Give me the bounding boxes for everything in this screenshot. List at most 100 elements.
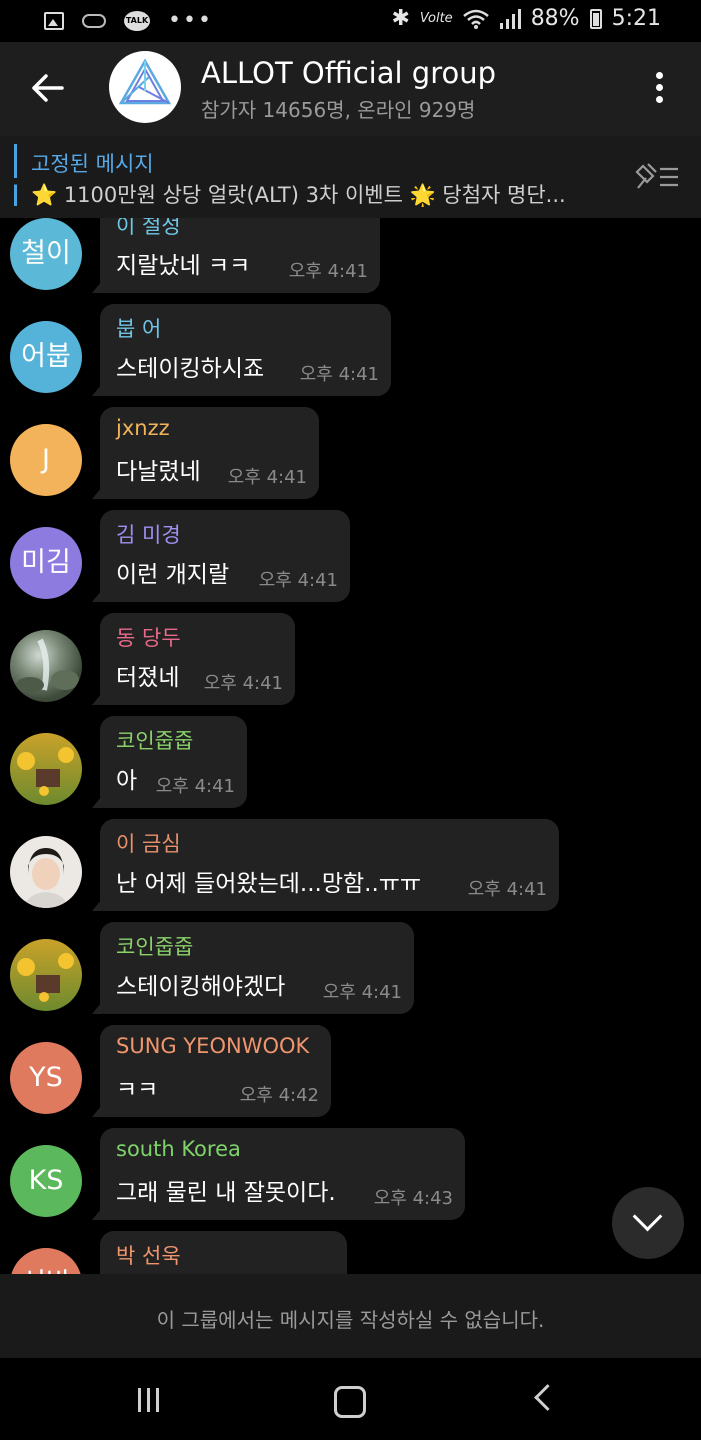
- input-disabled-bar: 이 그룹에서는 메시지를 작성하실 수 없습니다.: [0, 1274, 701, 1358]
- message[interactable]: 이 금심 난 어제 들어왔는데...망함..ㅠㅠ 오후 4:41: [0, 819, 701, 913]
- chat-header: ALLOT Official group 참가자 14656명, 온라인 929…: [0, 42, 701, 136]
- coin-cartoon-icon: [17, 953, 74, 1002]
- message-bubble[interactable]: south Korea 그래 물린 내 잘못이다. 오후 4:43: [92, 1128, 465, 1220]
- sender-name[interactable]: jxnzz: [116, 416, 170, 440]
- back-arrow-icon[interactable]: [30, 68, 66, 108]
- message[interactable]: 선박 박 선욱: [0, 1231, 701, 1274]
- message-bubble[interactable]: 이 철성 지랄났네 ㅋㅋ 오후 4:41: [92, 218, 380, 293]
- message[interactable]: J jxnzz 다날렸네 오후 4:41: [0, 407, 701, 501]
- message-bubble[interactable]: 붑 어 스테이킹하시죠 오후 4:41: [92, 304, 391, 396]
- message[interactable]: 철이 이 철성 지랄났네 ㅋㅋ 오후 4:41: [0, 218, 701, 295]
- message-text: 아: [116, 768, 138, 794]
- message-text: 그래 물린 내 잘못이다.: [116, 1180, 336, 1206]
- coin-cartoon-icon: [17, 747, 74, 796]
- message-text: 난 어제 들어왔는데...망함..ㅠㅠ: [116, 871, 422, 897]
- home-icon[interactable]: [334, 1386, 366, 1418]
- message-bubble[interactable]: 코인줍줍 아 오후 4:41: [92, 716, 247, 808]
- sender-name[interactable]: SUNG YEONWOOK: [116, 1034, 309, 1058]
- message-time: 오후 4:41: [467, 879, 547, 900]
- avatar[interactable]: 어붑: [10, 321, 82, 393]
- message-text: 지랄났네 ㅋㅋ: [116, 253, 251, 279]
- avatar[interactable]: KS: [10, 1145, 82, 1217]
- pinned-label: 고정된 메시지: [31, 152, 154, 176]
- message-time: 오후 4:42: [239, 1085, 319, 1106]
- avatar-photo[interactable]: [10, 733, 82, 805]
- recent-apps-icon[interactable]: [138, 1388, 166, 1412]
- pinned-text: ⭐ 1100만원 상당 얼랏(ALT) 3차 이벤트 🌟 당첨자 명단...: [31, 183, 566, 207]
- message-time: 오후 4:43: [373, 1188, 453, 1209]
- system-nav-bar: [0, 1358, 701, 1440]
- message[interactable]: 어붑 붑 어 스테이킹하시죠 오후 4:41: [0, 304, 701, 398]
- message-bubble[interactable]: 김 미경 이런 개지랄 오후 4:41: [92, 510, 350, 602]
- message-time: 오후 4:41: [227, 467, 307, 488]
- message[interactable]: 동 당두 터졌네 오후 4:41: [0, 613, 701, 707]
- waterfall-photo-icon: [16, 638, 79, 693]
- talk-icon: TALK: [124, 11, 150, 31]
- message-text: 스테이킹해야겠다: [116, 974, 286, 1000]
- message-text: 스테이킹하시죠: [116, 356, 265, 382]
- sender-name[interactable]: 동 당두: [116, 622, 181, 652]
- message[interactable]: 미김 김 미경 이런 개지랄 오후 4:41: [0, 510, 701, 604]
- person-photo-icon: [24, 848, 68, 908]
- sender-name[interactable]: 김 미경: [116, 519, 181, 549]
- message-text: 이런 개지랄: [116, 562, 230, 588]
- sender-name[interactable]: 박 선욱: [116, 1240, 181, 1270]
- wifi-icon: [462, 9, 489, 29]
- message-bubble[interactable]: 동 당두 터졌네 오후 4:41: [92, 613, 295, 705]
- message[interactable]: 코인줍줍 스테이킹해야겠다 오후 4:41: [0, 922, 701, 1016]
- avatar-photo[interactable]: [10, 630, 82, 702]
- pin-list-icon[interactable]: [634, 160, 680, 192]
- battery-percent: 88%: [530, 6, 580, 31]
- avatar[interactable]: J: [10, 424, 82, 496]
- message[interactable]: KS south Korea 그래 물린 내 잘못이다. 오후 4:43: [0, 1128, 701, 1222]
- sender-name[interactable]: 코인줍줍: [116, 725, 193, 755]
- avatar[interactable]: 철이: [10, 218, 82, 290]
- bluetooth-icon: ✱: [391, 6, 410, 31]
- message-list[interactable]: 철이 이 철성 지랄났네 ㅋㅋ 오후 4:41 어붑 붑 어 스테이킹하시죠 오…: [0, 218, 701, 1274]
- more-dots-icon: •••: [168, 8, 213, 33]
- status-left-icons: TALK •••: [44, 10, 213, 32]
- avatar[interactable]: YS: [10, 1042, 82, 1114]
- scroll-to-bottom-button[interactable]: [612, 1187, 684, 1259]
- mail-icon: [82, 14, 106, 28]
- avatar-photo[interactable]: [10, 836, 82, 908]
- message[interactable]: 코인줍줍 아 오후 4:41: [0, 716, 701, 810]
- sender-name[interactable]: 코인줍줍: [116, 931, 193, 961]
- signal-icon: [499, 8, 521, 29]
- battery-icon: [589, 8, 602, 29]
- pinned-message-bar[interactable]: 고정된 메시지 ⭐ 1100만원 상당 얼랏(ALT) 3차 이벤트 🌟 당첨자…: [0, 136, 701, 218]
- message[interactable]: YS SUNG YEONWOOK ㅋㅋ 오후 4:42: [0, 1025, 701, 1119]
- message-bubble[interactable]: 박 선욱: [100, 1231, 347, 1274]
- message-time: 오후 4:41: [322, 982, 402, 1003]
- message-bubble[interactable]: SUNG YEONWOOK ㅋㅋ 오후 4:42: [92, 1025, 331, 1117]
- pinned-indicator: [14, 144, 17, 206]
- message-time: 오후 4:41: [299, 364, 379, 385]
- message-text: ㅋㅋ: [116, 1077, 159, 1103]
- group-avatar[interactable]: [109, 51, 181, 123]
- message-time: 오후 4:41: [203, 673, 283, 694]
- gallery-icon: [44, 12, 64, 30]
- message-time: 오후 4:41: [155, 776, 235, 797]
- sender-name[interactable]: 이 철성: [116, 218, 181, 240]
- message-text: 다날렸네: [116, 459, 201, 485]
- status-right: ✱ Volte 88% 5:21: [391, 6, 661, 31]
- avatar[interactable]: 미김: [10, 527, 82, 599]
- message-bubble[interactable]: jxnzz 다날렸네 오후 4:41: [92, 407, 319, 499]
- sender-name[interactable]: south Korea: [116, 1137, 241, 1161]
- sender-name[interactable]: 붑 어: [116, 313, 161, 343]
- status-bar: TALK ••• ✱ Volte 88% 5:21: [0, 0, 701, 42]
- nav-back-icon[interactable]: [534, 1384, 561, 1411]
- more-vert-icon[interactable]: [644, 72, 674, 108]
- allot-logo-icon: [118, 58, 172, 105]
- group-member-count: 참가자 14656명, 온라인 929명: [201, 98, 476, 122]
- group-title[interactable]: ALLOT Official group: [201, 56, 496, 90]
- message-time: 오후 4:41: [288, 261, 368, 282]
- message-bubble[interactable]: 이 금심 난 어제 들어왔는데...망함..ㅠㅠ 오후 4:41: [92, 819, 559, 911]
- avatar-photo[interactable]: [10, 939, 82, 1011]
- clock: 5:21: [611, 6, 661, 31]
- avatar[interactable]: 선박: [10, 1248, 82, 1274]
- volte-label: Volte: [419, 11, 453, 26]
- message-text: 터졌네: [116, 665, 180, 691]
- message-bubble[interactable]: 코인줍줍 스테이킹해야겠다 오후 4:41: [92, 922, 414, 1014]
- sender-name[interactable]: 이 금심: [116, 828, 181, 858]
